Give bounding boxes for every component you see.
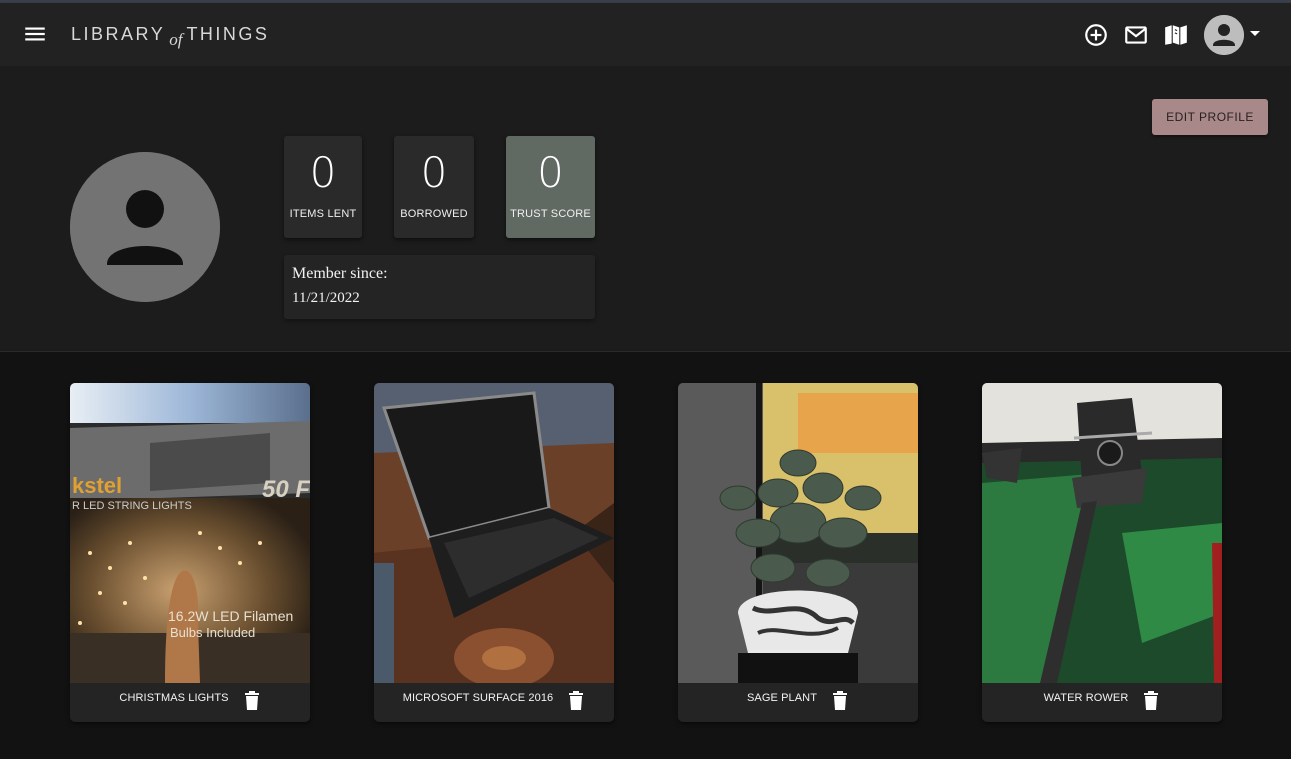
- item-title: SAGE PLANT: [746, 692, 818, 704]
- item-card[interactable]: WATER ROWER: [982, 383, 1222, 722]
- stat-borrowed: 0 BORROWED: [394, 136, 474, 238]
- item-footer: CHRISTMAS LIGHTS: [70, 683, 310, 722]
- item-card[interactable]: SAGE PLANT: [678, 383, 918, 722]
- item-footer: WATER ROWER: [982, 683, 1222, 722]
- member-since-card: Member since: 11/21/2022: [284, 255, 595, 319]
- map-book-icon[interactable]: [1163, 22, 1189, 48]
- member-since-date: 11/21/2022: [292, 290, 360, 306]
- trash-icon[interactable]: [831, 691, 849, 711]
- photo-text: 16.2W LED Filamen: [168, 608, 293, 624]
- item-title: WATER ROWER: [1043, 692, 1129, 704]
- item-card[interactable]: MICROSOFT SURFACE 2016: [374, 383, 614, 722]
- item-footer: SAGE PLANT: [678, 683, 918, 722]
- photo-text: Bulbs Included: [170, 625, 255, 640]
- logo-word-things: THINGS: [186, 24, 270, 44]
- app-logo[interactable]: LIBRARY of THINGS: [71, 24, 270, 49]
- stat-label: ITEMS LENT: [289, 208, 357, 220]
- stat-value: 0: [309, 148, 337, 197]
- photo-text: R LED STRING LIGHTS: [72, 500, 192, 512]
- item-footer: MICROSOFT SURFACE 2016: [374, 683, 614, 722]
- account-icon: [1204, 15, 1244, 55]
- add-circle-icon[interactable]: [1083, 22, 1109, 48]
- stat-value: 0: [537, 148, 564, 197]
- item-photo: [678, 383, 918, 683]
- stat-label: BORROWED: [400, 208, 468, 220]
- profile-avatar: [70, 152, 220, 302]
- stat-trust-score: 0 TRUST SCORE: [506, 136, 595, 238]
- stat-label: TRUST SCORE: [510, 208, 591, 220]
- trash-icon[interactable]: [567, 691, 585, 711]
- item-title: MICROSOFT SURFACE 2016: [402, 692, 554, 704]
- photo-text: kstel: [72, 473, 122, 498]
- trash-icon[interactable]: [243, 691, 261, 711]
- item-card[interactable]: kstel R LED STRING LIGHTS 50 Fe 16.2W LE…: [70, 383, 310, 722]
- edit-profile-button[interactable]: EDIT PROFILE: [1152, 99, 1268, 135]
- caret-down-icon[interactable]: [1250, 31, 1260, 36]
- logo-word-library: LIBRARY: [71, 24, 166, 44]
- menu-icon[interactable]: [22, 21, 48, 47]
- item-photo: kstel R LED STRING LIGHTS 50 Fe 16.2W LE…: [70, 383, 310, 683]
- item-title: CHRISTMAS LIGHTS: [119, 692, 229, 704]
- account-avatar[interactable]: [1204, 15, 1244, 55]
- member-since-label: Member since:: [292, 265, 388, 282]
- mail-icon[interactable]: [1123, 22, 1149, 48]
- item-photo: [982, 383, 1222, 683]
- stat-value: 0: [420, 148, 448, 197]
- trash-icon[interactable]: [1142, 691, 1160, 711]
- stat-items-lent: 0 ITEMS LENT: [284, 136, 362, 238]
- item-photo: [374, 383, 614, 683]
- logo-word-of: of: [169, 30, 183, 49]
- photo-text: 50 Fe: [262, 476, 310, 503]
- profile-section: EDIT PROFILE 0 ITEMS LENT 0 BORROWED 0 T…: [0, 66, 1291, 352]
- person-icon: [70, 152, 220, 302]
- app-bar: LIBRARY of THINGS: [0, 3, 1291, 66]
